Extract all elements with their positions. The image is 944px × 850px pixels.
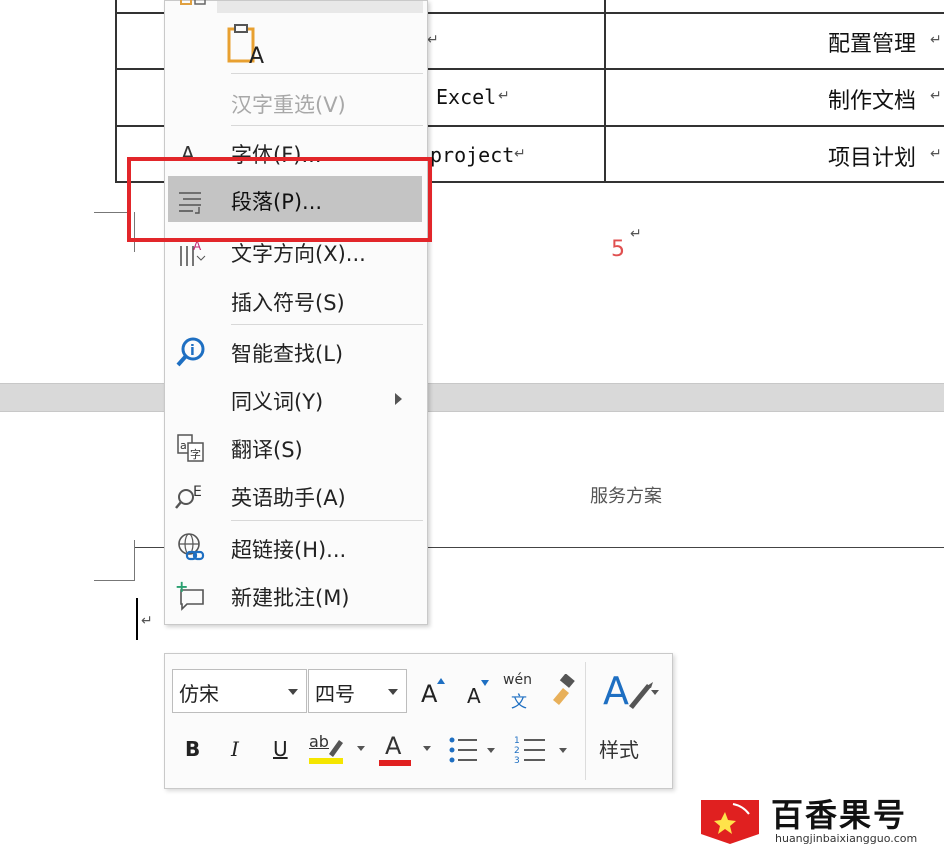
font-color-button[interactable]: A xyxy=(377,732,437,772)
styles-label: 样式 xyxy=(599,738,639,762)
watermark-title: 百香果号 xyxy=(771,796,908,834)
font-size-value: 四号 xyxy=(315,682,355,706)
menu-item-english-assistant[interactable]: E 英语助手(A) xyxy=(165,472,427,518)
svg-text:i: i xyxy=(190,343,195,359)
menu-item-hyperlink[interactable]: 超链接(H)... xyxy=(165,524,427,570)
numbered-list-icon: 123 xyxy=(514,736,545,766)
font-color-bar xyxy=(379,760,411,766)
paragraph-mark: ↵ xyxy=(630,226,642,242)
table-cell[interactable]: project xyxy=(430,143,514,167)
new-comment-icon: + xyxy=(175,577,207,612)
mini-toolbar: 仿宋 四号 A A wén 文 A 样式 B I U ab A 1 2 3 xyxy=(164,653,673,789)
submenu-arrow-icon xyxy=(395,393,402,405)
font-name-value: 仿宋 xyxy=(179,682,219,706)
translate-icon: a字 xyxy=(175,432,207,464)
bullets-button[interactable] xyxy=(447,734,503,770)
watermark-url: huangjinbaixiangguo.com xyxy=(775,832,918,845)
svg-text:a: a xyxy=(180,439,187,452)
paragraph-mark: ↵ xyxy=(141,613,153,629)
chevron-down-icon xyxy=(357,746,365,751)
decrease-arrow-icon xyxy=(481,680,489,686)
styles-icon: A xyxy=(603,669,653,713)
italic-button[interactable]: I xyxy=(231,737,239,761)
context-menu-lower: A 文字方向(X)... 插入符号(S) i 智能查找(L) 同义词(Y) a字… xyxy=(165,228,427,622)
menu-item-new-comment[interactable]: + 新建批注(M) xyxy=(165,572,427,618)
menu-hover-strip xyxy=(217,1,423,13)
hyperlink-icon xyxy=(175,532,207,564)
annotation-highlight-box xyxy=(127,157,432,242)
numbering-button[interactable]: 123 xyxy=(513,734,571,770)
paragraph-mark: ↵ xyxy=(498,88,510,104)
menu-item-synonyms[interactable]: 同义词(Y) xyxy=(165,376,427,422)
grow-font-button[interactable]: A xyxy=(417,672,447,712)
page-break-gap xyxy=(0,383,944,412)
svg-text:E: E xyxy=(193,484,202,500)
bold-button[interactable]: B xyxy=(185,737,200,761)
menu-separator xyxy=(231,324,423,325)
phonetic-guide-button[interactable]: wén 文 xyxy=(503,672,537,714)
increase-arrow-icon xyxy=(437,678,445,684)
bullet-list-icon xyxy=(449,737,477,763)
table-cell[interactable]: 配置管理 xyxy=(828,26,916,58)
paragraph-mark: ↵ xyxy=(514,146,526,162)
page-number: 5 xyxy=(611,237,625,262)
chevron-down-icon xyxy=(288,689,298,695)
text-cursor xyxy=(136,598,138,640)
menu-separator xyxy=(231,125,423,126)
paragraph-mark: ↵ xyxy=(930,32,942,48)
english-assistant-icon: E xyxy=(175,480,207,512)
svg-text:+: + xyxy=(175,580,188,596)
paragraph-mark: ↵ xyxy=(930,146,942,162)
menu-item-translate[interactable]: a字 翻译(S) xyxy=(165,424,427,470)
table-cell[interactable]: 项目计划 xyxy=(828,140,916,172)
menu-item-smart-lookup[interactable]: i 智能查找(L) xyxy=(165,328,427,374)
font-size-combo[interactable]: 四号 xyxy=(308,669,407,713)
menu-separator xyxy=(231,520,423,521)
chevron-down-icon xyxy=(559,748,567,753)
margin-corner-mark xyxy=(134,540,135,580)
paragraph-mark: ↵ xyxy=(427,32,439,48)
table-cell[interactable]: 制作文档 xyxy=(828,83,916,115)
paste-text-only-icon[interactable]: A xyxy=(225,23,269,69)
svg-text:1: 1 xyxy=(514,736,520,746)
margin-corner-mark xyxy=(94,212,130,213)
menu-separator xyxy=(231,73,423,74)
chevron-down-icon xyxy=(388,689,398,695)
smart-lookup-icon: i xyxy=(175,336,207,368)
brand-logo-icon xyxy=(701,800,759,844)
margin-corner-mark xyxy=(94,580,135,581)
highlighter-icon xyxy=(329,740,343,757)
menu-item-insert-symbol[interactable]: 插入符号(S) xyxy=(165,277,427,323)
svg-text:字: 字 xyxy=(190,447,201,461)
chevron-down-icon xyxy=(423,746,431,751)
table-border-mid xyxy=(604,0,606,183)
chevron-down-icon xyxy=(651,690,659,695)
table-cell[interactable]: Excel xyxy=(436,85,496,109)
cut-icon xyxy=(179,0,209,9)
watermark: 百香果号 huangjinbaixiangguo.com xyxy=(695,790,944,850)
paragraph-mark: ↵ xyxy=(930,88,942,104)
shrink-font-button[interactable]: A xyxy=(463,672,493,712)
svg-text:2: 2 xyxy=(514,746,520,756)
highlight-color-button[interactable]: ab xyxy=(309,732,369,772)
svg-text:3: 3 xyxy=(514,756,520,766)
underline-button[interactable]: U xyxy=(273,737,288,761)
svg-text:A: A xyxy=(603,669,629,713)
font-name-combo[interactable]: 仿宋 xyxy=(172,669,307,713)
styles-button[interactable]: A 样式 xyxy=(593,664,665,780)
table-border-left xyxy=(115,0,117,183)
toolbar-divider xyxy=(585,662,586,780)
menu-item-reconvert[interactable]: 汉字重选(V) xyxy=(165,79,427,125)
highlight-color-bar xyxy=(309,758,343,764)
format-painter-icon[interactable] xyxy=(547,673,581,708)
chevron-down-icon xyxy=(487,748,495,753)
svg-text:A: A xyxy=(249,44,264,67)
header-text[interactable]: 服务方案 xyxy=(590,482,662,508)
